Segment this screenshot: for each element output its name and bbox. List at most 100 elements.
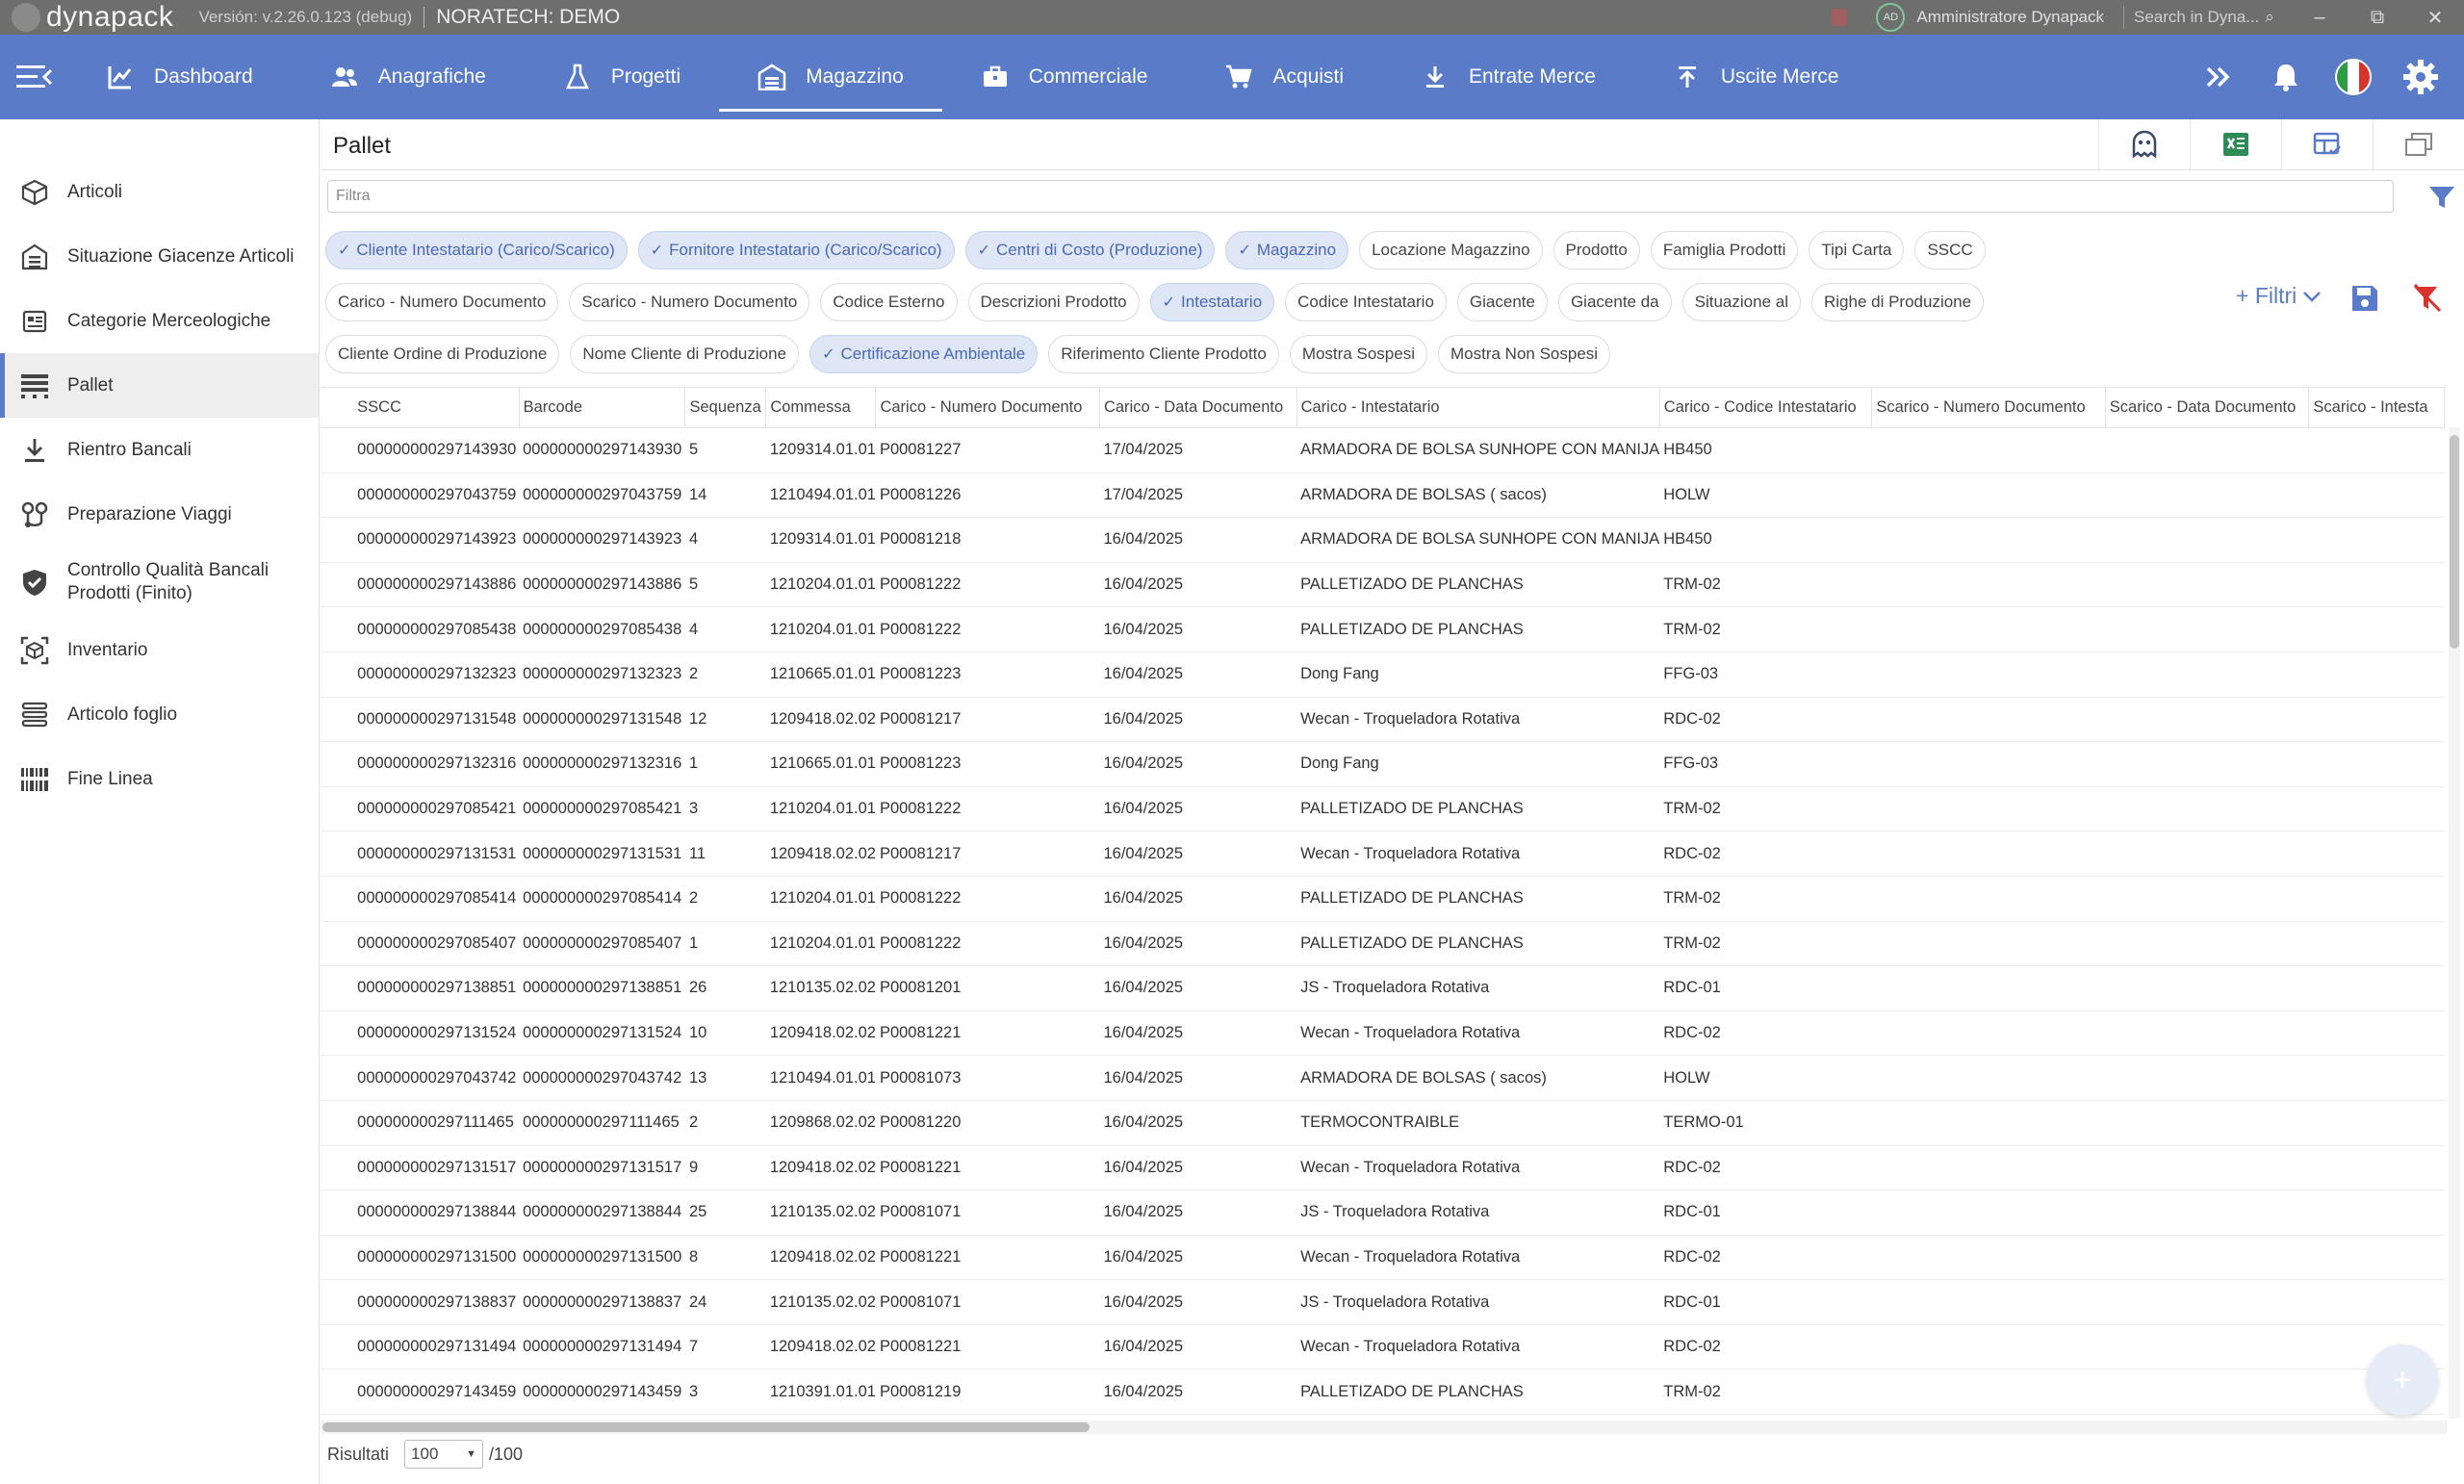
sidebar-item-situazione-giacenze[interactable]: Situazione Giacenze Articoli: [0, 224, 319, 289]
table-row[interactable]: 000000000297131548 000000000297131548 12 12…: [321, 697, 2445, 743]
filter-chip[interactable]: Codice Intestatario: [1285, 283, 1447, 321]
sidebar-item-controllo-qualita[interactable]: Controllo Qualità Bancali Prodotti (Fini…: [0, 547, 319, 618]
column-header[interactable]: Barcode: [519, 387, 686, 428]
nav-progetti[interactable]: Progetti: [525, 35, 719, 119]
table-row[interactable]: 000000000297132316 000000000297132316 1 121…: [321, 741, 2445, 787]
table-row[interactable]: 000000000297138851 000000000297138851 26 12…: [321, 965, 2445, 1011]
restore-button[interactable]: ⧉: [2348, 7, 2406, 29]
nav-acquisti[interactable]: Acquisti: [1186, 35, 1382, 119]
filter-chip[interactable]: ✓ Centri di Costo (Produzione): [964, 231, 1216, 269]
notifications-button[interactable]: [2252, 35, 2320, 119]
filter-chip[interactable]: ✓ Magazzino: [1225, 231, 1349, 269]
table-row[interactable]: 000000000297085414 000000000297085414 2 121…: [321, 876, 2445, 922]
column-header[interactable]: SSCC: [353, 387, 520, 428]
table-row[interactable]: 000000000297132323 000000000297132323 2 121…: [321, 652, 2445, 698]
table-row[interactable]: 000000000297111465 000000000297111465 2 120…: [321, 1100, 2445, 1146]
sidebar-item-articolo-foglio[interactable]: Articolo foglio: [0, 682, 319, 747]
filter-chip[interactable]: ✓ Certificazione Ambientale: [809, 335, 1039, 373]
language-button[interactable]: [2320, 35, 2387, 119]
sidebar-item-articoli[interactable]: Articoli: [0, 160, 319, 224]
column-header[interactable]: Scarico - Numero Documento: [1871, 387, 2106, 428]
table-row[interactable]: 000000000297143930 000000000297143930 5 120…: [321, 427, 2445, 473]
column-header[interactable]: Carico - Numero Documento: [875, 387, 1100, 428]
filter-chip[interactable]: ✓ Intestatario: [1149, 283, 1275, 321]
nav-entrate-merce[interactable]: Entrate Merce: [1382, 35, 1634, 119]
table-row[interactable]: 000000000297131494 000000000297131494 7 120…: [321, 1324, 2445, 1370]
nav-magazzino[interactable]: Magazzino: [719, 35, 942, 119]
menu-collapse-button[interactable]: [0, 35, 67, 119]
filter-chip[interactable]: Mostra Sospesi: [1289, 335, 1427, 373]
sidebar-item-inventario[interactable]: Inventario: [0, 618, 319, 682]
export-excel-button[interactable]: [2190, 119, 2281, 169]
ghost-button[interactable]: [2098, 119, 2190, 169]
clear-filters-icon[interactable]: [2411, 283, 2442, 314]
filter-chip[interactable]: ✓ Fornitore Intestatario (Carico/Scarico): [637, 231, 955, 269]
add-button[interactable]: +: [2367, 1344, 2438, 1416]
minimize-button[interactable]: –: [2291, 7, 2348, 29]
sidebar-item-preparazione-viaggi[interactable]: Preparazione Viaggi: [0, 482, 319, 547]
filter-chip[interactable]: Giacente da: [1557, 283, 1672, 321]
sidebar-item-fine-linea[interactable]: Fine Linea: [0, 747, 319, 811]
filter-input[interactable]: Filtra: [327, 180, 2394, 213]
table-row[interactable]: 000000000297138844 000000000297138844 25 12…: [321, 1190, 2445, 1236]
more-nav-button[interactable]: [2185, 35, 2252, 119]
vertical-scrollbar[interactable]: [2449, 427, 2460, 1419]
column-header[interactable]: Carico - Intestatario: [1296, 387, 1660, 428]
sidebar-item-pallet[interactable]: Pallet: [0, 353, 319, 418]
filter-chip[interactable]: Giacente: [1456, 283, 1548, 321]
column-header[interactable]: Commessa: [765, 387, 877, 428]
nav-dashboard[interactable]: Dashboard: [67, 35, 292, 119]
filter-chip[interactable]: Prodotto: [1553, 231, 1640, 269]
filter-chip[interactable]: Cliente Ordine di Produzione: [325, 335, 560, 373]
global-search-input[interactable]: Search in Dyna... ⌕: [2123, 6, 2277, 29]
gift-icon[interactable]: [1832, 9, 1848, 26]
table-row[interactable]: 000000000297085407 000000000297085407 1 121…: [321, 921, 2445, 967]
vertical-scroll-thumb[interactable]: [2450, 435, 2459, 649]
nav-uscite-merce[interactable]: Uscite Merce: [1634, 35, 1878, 119]
filter-chip[interactable]: ✓ Cliente Intestatario (Carico/Scarico): [325, 231, 628, 269]
table-row[interactable]: 000000000297131500 000000000297131500 8 120…: [321, 1235, 2445, 1281]
column-header[interactable]: Sequenza: [684, 387, 767, 428]
table-row[interactable]: 000000000297138837 000000000297138837 24 12…: [321, 1279, 2445, 1325]
table-row[interactable]: 000000000297043759 000000000297043759 14 12…: [321, 473, 2445, 519]
close-button[interactable]: ✕: [2406, 6, 2464, 30]
save-icon[interactable]: [2349, 283, 2380, 314]
filter-chip[interactable]: Tipi Carta: [1809, 231, 1905, 269]
filter-funnel-icon[interactable]: [2427, 183, 2456, 212]
open-window-button[interactable]: [2373, 119, 2464, 169]
horizontal-scrollbar[interactable]: [321, 1420, 2448, 1434]
column-header[interactable]: Carico - Data Documento: [1099, 387, 1297, 428]
table-row[interactable]: 000000000297131517 000000000297131517 9 120…: [321, 1145, 2445, 1191]
filter-chip[interactable]: Nome Cliente di Produzione: [570, 335, 800, 373]
add-filters-button[interactable]: + Filtri: [2236, 283, 2322, 309]
table-row[interactable]: 000000000297043742 000000000297043742 13 12…: [321, 1055, 2445, 1101]
columns-button[interactable]: [2281, 119, 2373, 169]
filter-chip[interactable]: Famiglia Prodotti: [1650, 231, 1799, 269]
column-header[interactable]: Scarico - Intesta: [2308, 387, 2445, 428]
filter-chip[interactable]: Locazione Magazzino: [1359, 231, 1543, 269]
horizontal-scroll-thumb[interactable]: [322, 1422, 1090, 1432]
filter-chip[interactable]: Situazione al: [1681, 283, 1801, 321]
user-name[interactable]: Amministratore Dynapack: [1916, 8, 2104, 27]
nav-commerciale[interactable]: Commerciale: [942, 35, 1187, 119]
table-row[interactable]: 000000000297143459 000000000297143459 3 121…: [321, 1369, 2445, 1416]
filter-chip[interactable]: Carico - Numero Documento: [325, 283, 559, 321]
table-row[interactable]: 000000000297085421 000000000297085421 3 121…: [321, 786, 2445, 832]
table-row[interactable]: 000000000297131531 000000000297131531 11 12…: [321, 831, 2445, 877]
table-row[interactable]: 000000000297143886 000000000297143886 5 121…: [321, 562, 2445, 608]
column-header[interactable]: Carico - Codice Intestatario: [1659, 387, 1873, 428]
avatar[interactable]: AD: [1876, 3, 1906, 32]
settings-button[interactable]: [2387, 35, 2454, 119]
filter-chip[interactable]: Righe di Produzione: [1810, 283, 1985, 321]
filter-chip[interactable]: Descrizioni Prodotto: [967, 283, 1140, 321]
table-row[interactable]: 000000000297131524 000000000297131524 10 12…: [321, 1011, 2445, 1057]
nav-anagrafiche[interactable]: Anagrafiche: [292, 35, 525, 119]
filter-chip[interactable]: Riferimento Cliente Prodotto: [1048, 335, 1279, 373]
page-size-select[interactable]: 100 ▼: [404, 1440, 484, 1469]
column-header[interactable]: Scarico - Data Documento: [2105, 387, 2310, 428]
filter-chip[interactable]: Scarico - Numero Documento: [569, 283, 810, 321]
sidebar-item-categorie[interactable]: Categorie Merceologiche: [0, 289, 319, 353]
sidebar-item-rientro-bancali[interactable]: Rientro Bancali: [0, 418, 319, 482]
table-row[interactable]: 000000000297085438 000000000297085438 4 121…: [321, 606, 2445, 652]
filter-chip[interactable]: Codice Esterno: [820, 283, 958, 321]
